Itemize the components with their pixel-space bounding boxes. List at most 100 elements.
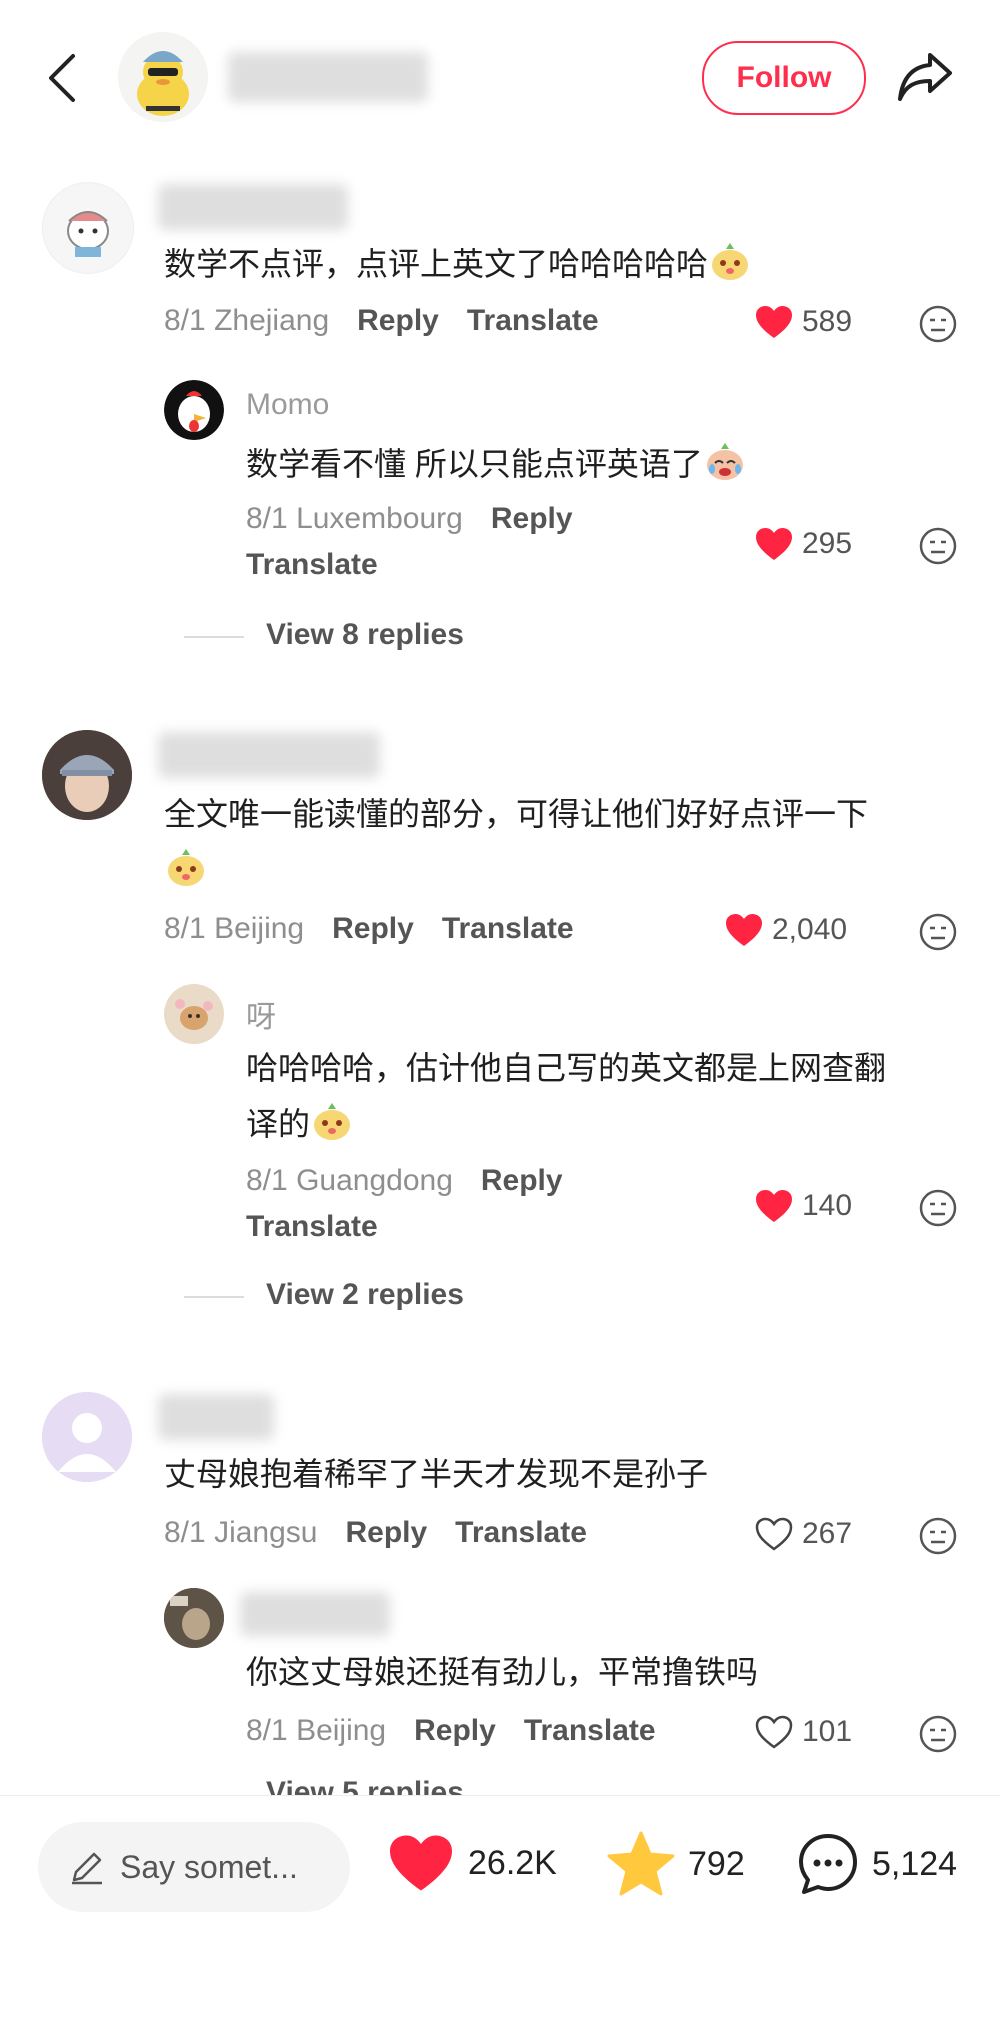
commenter-name-blurred [158,732,380,778]
cheeky-emoji-icon [712,243,749,280]
comment-count: 5,124 [872,1844,958,1883]
replier-username[interactable]: Momo [246,388,329,422]
divider [184,636,244,638]
rooster-avatar-icon [164,380,224,440]
duck-avatar-icon [118,32,208,122]
meh-face-icon [919,305,957,343]
reply-date-location: 8/1 Beijing [246,1714,387,1747]
reply-button[interactable]: Reply [357,304,439,338]
dislike-button[interactable] [918,1516,958,1561]
like-button[interactable]: 589 [754,304,852,340]
author-name-blurred [228,52,428,102]
replier-username[interactable]: 呀 [246,992,276,1036]
dislike-button[interactable] [918,1714,958,1759]
chat-bubble-icon [799,1834,857,1894]
author-avatar[interactable] [118,32,208,122]
meh-face-icon [919,1189,957,1227]
like-count: 2,040 [772,913,848,946]
translate-button[interactable]: Translate [246,1210,378,1244]
crying-laugh-emoji-icon [706,443,743,480]
divider [184,1296,244,1298]
reply-text: 哈哈哈哈，估计他自己写的英文都是上网查翻 [246,1050,887,1086]
reply-text: 数学看不懂 所以只能点评英语了 [246,436,747,492]
reply-date-location: 8/1 Luxembourg [246,502,463,535]
translate-button[interactable]: Translate [442,912,574,946]
dislike-button[interactable] [918,526,958,571]
replier-avatar[interactable] [164,380,224,440]
reply-button[interactable]: Reply [491,502,573,536]
cartoon-avatar-icon [164,984,224,1044]
like-count: 589 [802,305,853,338]
commenter-name-blurred [158,184,348,230]
comment-date-location: 8/1 Jiangsu [164,1516,318,1549]
meh-face-icon [919,1715,957,1753]
person-photo-icon [42,730,132,820]
view-replies-button[interactable]: View 2 replies [266,1278,464,1312]
replier-name-blurred [240,1592,390,1636]
favorite-button[interactable]: 792 [606,1830,745,1898]
like-button[interactable]: 295 [754,526,852,562]
dislike-button[interactable] [918,912,958,957]
heart-filled-icon [756,528,792,560]
heart-filled-icon [756,1190,792,1222]
reply-button[interactable]: Reply [414,1714,496,1748]
cartoon-avatar-icon [67,211,109,257]
reply-date-location: 8/1 Guangdong [246,1164,453,1197]
comment-input[interactable]: Say somet... [38,1822,350,1912]
heart-outline-icon [755,1715,793,1749]
translate-button[interactable]: Translate [455,1516,587,1550]
translate-button[interactable]: Translate [524,1714,656,1748]
photo-avatar-icon [164,1588,224,1648]
heart-filled-icon [756,306,792,338]
default-user-icon [42,1392,132,1482]
like-count: 295 [802,527,853,560]
share-icon [898,53,952,101]
like-button[interactable]: 140 [754,1188,852,1224]
comments-button[interactable]: 5,124 [796,1832,957,1896]
meh-face-icon [919,527,957,565]
like-button[interactable]: 267 [754,1516,852,1552]
dislike-button[interactable] [918,304,958,349]
star-icon [607,1831,675,1896]
reply-button[interactable]: Reply [332,912,414,946]
follow-button[interactable]: Follow [702,41,866,115]
comment-date-location: 8/1 Beijing [164,912,305,945]
meh-face-icon [919,1517,957,1555]
comment-emoji [164,842,208,898]
favorite-count: 792 [688,1844,745,1883]
commenter-avatar[interactable] [42,1392,132,1482]
like-button[interactable]: 101 [754,1714,852,1750]
dislike-button[interactable] [918,1188,958,1233]
commenter-avatar[interactable] [42,730,132,820]
heart-outline-icon [755,1517,793,1551]
replier-avatar[interactable] [164,984,224,1044]
commenter-name-blurred [158,1394,274,1440]
like-button[interactable]: 2,040 [724,912,847,948]
like-post-button[interactable]: 26.2K [386,1832,557,1894]
comment-text: 全文唯一能读懂的部分，可得让他们好好点评一下 [164,796,869,832]
heart-filled-icon [390,1835,452,1891]
like-count: 267 [802,1517,853,1550]
reply-button[interactable]: Reply [481,1164,563,1198]
reply-button[interactable]: Reply [345,1516,427,1550]
heart-filled-icon [726,914,762,946]
comment-text: 数学不点评，点评上英文了哈哈哈哈哈 [164,236,752,292]
post-like-count: 26.2K [468,1843,557,1882]
share-button[interactable] [894,46,956,108]
reply-text: 你这丈母娘还挺有劲儿，平常撸铁吗 [246,1654,759,1690]
view-replies-button[interactable]: View 8 replies [266,618,464,652]
back-button[interactable] [40,48,84,108]
translate-button[interactable]: Translate [467,304,599,338]
comment-input-placeholder: Say somet... [120,1848,298,1885]
cheeky-emoji-icon [168,849,204,886]
translate-button[interactable]: Translate [246,548,378,582]
chevron-left-icon [49,54,75,102]
cheeky-emoji-icon [314,1103,351,1140]
reply-text-continued: 译的 [246,1096,354,1152]
like-count: 140 [802,1189,853,1222]
meh-face-icon [919,913,957,951]
like-count: 101 [802,1715,853,1748]
commenter-avatar[interactable] [42,182,134,274]
replier-avatar[interactable] [164,1588,224,1648]
pencil-icon [72,1852,102,1885]
